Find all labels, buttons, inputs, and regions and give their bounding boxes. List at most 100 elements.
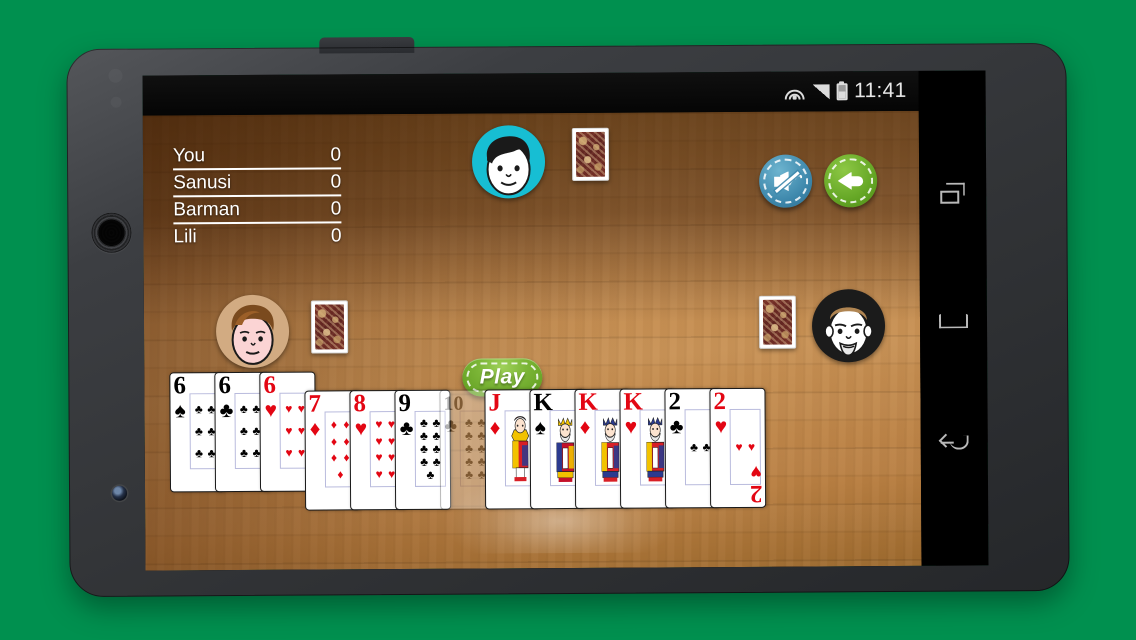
card-pips: ♣ ♣ ♣ ♣ ♣ ♣ ♣ ♣ ♣ — [419, 415, 441, 483]
proximity-sensor-icon — [108, 69, 122, 83]
battery-icon — [836, 82, 848, 100]
card-suit-icon: ♣ — [399, 416, 414, 441]
nav-home-button[interactable] — [930, 295, 976, 341]
wifi-icon — [783, 84, 805, 100]
card-rank: K — [533, 389, 554, 417]
hand-card[interactable]: 2 ♣ ♣ ♣ — [664, 388, 722, 509]
card-pips: ♣ ♣ — [690, 440, 711, 455]
card-court-figure — [594, 409, 627, 486]
card-pips: ♣ ♣ ♣ ♣ ♣ ♣ — [239, 401, 261, 461]
card-back-pattern — [575, 131, 606, 177]
earpiece-speaker-icon — [91, 212, 132, 253]
card-back-pattern — [762, 299, 793, 345]
home-icon — [939, 308, 968, 328]
card-suit-icon: ♥ — [264, 398, 278, 422]
card-rank: K — [578, 388, 599, 416]
phone-screen: You 0 Sanusi 0 Barman 0 Lili 0 Play 6 ♠ … — [142, 70, 989, 571]
card-suit-icon: ♦ — [309, 417, 321, 441]
card-pip-panel: ♣ ♣ ♣ ♣ ♣ ♣ — [189, 393, 221, 470]
face-illustration-right — [824, 307, 873, 357]
play-button[interactable]: Play — [462, 358, 543, 397]
card-court-figure — [504, 410, 537, 487]
card-rank: 6 — [173, 372, 186, 400]
card-back-pattern — [314, 304, 345, 350]
card-pip-panel: ♥ ♥ ♥ ♥ ♥ ♥ ♥ ♥ — [369, 411, 402, 488]
avatar-top-player[interactable] — [471, 125, 546, 199]
scoreboard-player-name: Sanusi — [173, 172, 232, 194]
card-pips: ♦ ♦ ♦ ♦ ♦ ♦ ♦ — [330, 417, 350, 482]
nav-back-button[interactable] — [931, 420, 977, 466]
card-pips: ♥ ♥ ♥ ♥ ♥ ♥ ♥ ♥ — [375, 417, 396, 481]
table-card-back-left — [310, 300, 349, 354]
scoreboard-player-score: 0 — [330, 198, 342, 220]
nav-recent-apps-button[interactable] — [930, 170, 976, 216]
card-pip-panel: ♣ ♣ ♣ ♣ ♣ ♣ ♣ ♣ ♣ ♣ — [459, 410, 492, 487]
hand-card[interactable]: K ♦ — [574, 388, 632, 509]
back-icon — [938, 432, 968, 454]
card-rank: 2 — [713, 388, 727, 416]
scoreboard-player-score: 0 — [330, 225, 342, 247]
card-court-figure — [549, 409, 582, 487]
card-rank: 6 — [218, 372, 231, 400]
face-illustration-left — [231, 304, 274, 365]
avatar-left-player[interactable] — [215, 294, 290, 369]
card-rank: 6 — [263, 371, 276, 399]
scoreboard-row: Lili 0 — [173, 225, 341, 249]
hand-card[interactable]: 6 ♣ ♣ ♣ ♣ ♣ ♣ ♣ — [214, 371, 272, 493]
scoreboard: You 0 Sanusi 0 Barman 0 Lili 0 — [172, 144, 342, 251]
card-rank: 8 — [353, 390, 367, 418]
scoreboard-player-name: You — [172, 145, 206, 167]
signal-icon — [812, 83, 830, 100]
status-bar-clock: 11:41 — [854, 78, 907, 103]
card-rank: 10 — [443, 392, 464, 415]
recent-apps-icon — [939, 183, 966, 204]
hand-card[interactable]: 6 ♥ ♥ ♥ ♥ ♥ ♥ ♥ — [259, 371, 317, 492]
card-court-figure — [639, 409, 672, 486]
hand-card[interactable]: J ♦ — [484, 389, 542, 510]
hand-card[interactable]: K ♠ — [529, 388, 587, 510]
card-pip-panel: ♥ ♥ — [729, 408, 762, 486]
card-suit-icon: ♣ — [219, 399, 234, 423]
card-pips: ♣ ♣ ♣ ♣ ♣ ♣ ♣ ♣ ♣ ♣ — [464, 415, 486, 482]
back-arrow-icon — [838, 171, 864, 191]
front-camera-icon — [112, 485, 128, 501]
card-suit-icon: ♣ — [444, 415, 458, 437]
scoreboard-row: Sanusi 0 — [173, 171, 342, 198]
screen-glare — [444, 472, 676, 554]
avatar-right-player[interactable] — [811, 289, 886, 363]
hand-card[interactable]: K ♥ — [619, 388, 677, 509]
mute-button[interactable] — [758, 154, 813, 208]
status-bar: 11:41 — [142, 70, 919, 116]
scoreboard-player-name: Barman — [173, 199, 240, 221]
card-rank: 7 — [308, 390, 322, 418]
mute-icon — [773, 170, 804, 193]
card-suit-icon: ♥ — [624, 415, 638, 439]
card-suit-icon: ♥ — [354, 417, 368, 441]
card-suit-icon: ♣ — [669, 415, 684, 439]
card-pip-panel: ♣ ♣ — [684, 409, 717, 486]
card-suit-icon: ♥ — [714, 415, 728, 439]
android-nav-bar — [918, 70, 989, 566]
hand-card[interactable]: 8 ♥ ♥ ♥ ♥ ♥ ♥ ♥ ♥ ♥ — [349, 389, 407, 511]
game-board: You 0 Sanusi 0 Barman 0 Lili 0 Play 6 ♠ … — [142, 110, 922, 571]
card-pips: ♣ ♣ ♣ ♣ ♣ ♣ — [194, 402, 216, 461]
scoreboard-player-score: 0 — [330, 144, 342, 166]
card-suit-icon: ♠ — [534, 416, 546, 440]
table-card-back-top — [571, 127, 610, 181]
table-card-back-right — [758, 295, 797, 349]
hand-card[interactable]: 2 ♥ ♥ ♥ 2 ♥ — [709, 387, 767, 509]
play-button-label: Play — [479, 365, 526, 389]
hand-card[interactable]: 7 ♦ ♦ ♦ ♦ ♦ ♦ ♦ ♦ — [304, 390, 362, 511]
card-suit-icon: ♠ — [174, 399, 186, 423]
card-pip-panel: ♦ ♦ ♦ ♦ ♦ ♦ ♦ — [324, 411, 357, 488]
hand-card[interactable]: 6 ♠ ♣ ♣ ♣ ♣ ♣ ♣ — [169, 372, 227, 493]
card-suit-icon: ♦ — [579, 415, 591, 439]
scoreboard-row: Barman 0 — [173, 198, 342, 225]
card-rank: K — [623, 388, 644, 416]
back-button[interactable] — [823, 154, 878, 208]
hand-card[interactable]: 9 ♣ ♣ ♣ ♣ ♣ ♣ ♣ ♣ ♣ ♣ — [394, 389, 452, 511]
face-illustration-top — [486, 136, 531, 196]
hand-card[interactable]: 10 ♣ ♣ ♣ ♣ ♣ ♣ ♣ ♣ ♣ ♣ ♣ — [439, 389, 497, 510]
card-pips: ♥ ♥ ♥ ♥ ♥ ♥ — [285, 401, 306, 460]
card-rank: 2 — [668, 388, 682, 416]
